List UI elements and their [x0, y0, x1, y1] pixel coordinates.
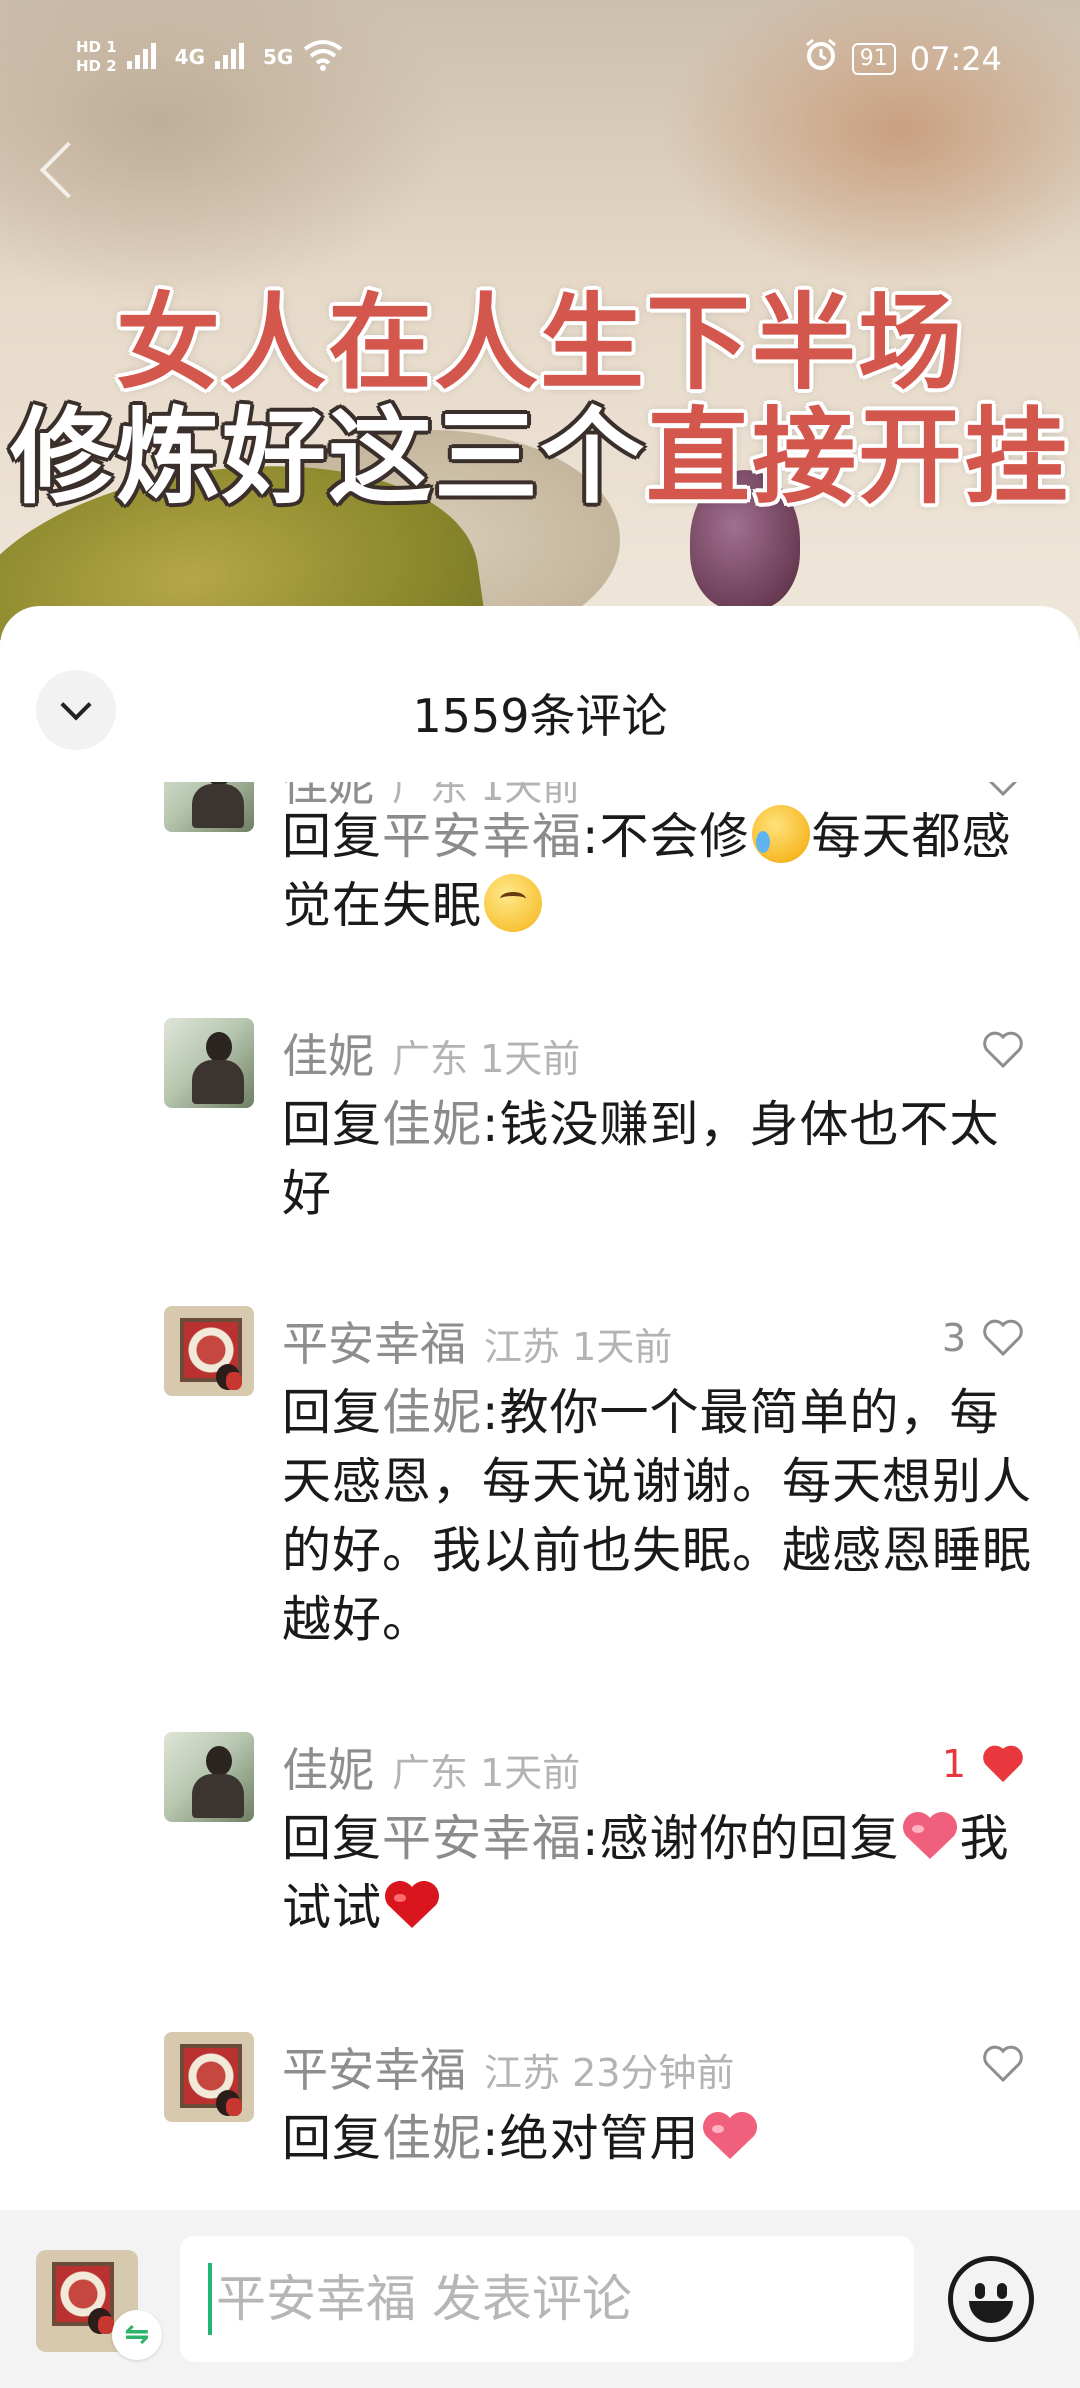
like-count: 1	[941, 1742, 966, 1786]
like-button[interactable]: 3	[942, 1308, 1024, 1368]
comment-meta: 佳妮 广东 1天前	[282, 1020, 581, 1083]
comment-location-time: 广东 1天前	[392, 1751, 581, 1795]
comment-location-time: 广东 1天前	[392, 1037, 581, 1081]
comment-text: 回复佳妮:教你一个最简单的，每天感恩，每天说谢谢。每天想别人的好。我以前也失眠。…	[282, 1384, 1033, 1648]
reply-target[interactable]: 佳妮	[382, 2110, 482, 2167]
comment-author[interactable]: 平安幸福	[282, 1308, 466, 1374]
switch-account-icon[interactable]: ⇋	[112, 2310, 162, 2360]
like-button[interactable]	[982, 2034, 1024, 2094]
comments-sheet: 1559条评论 佳妮 广东 1天前 回复平安幸福:不会修 每天都感觉在失眠 佳妮 …	[0, 606, 1080, 2388]
cover-title-line2-white: 修炼好这三个	[9, 396, 646, 518]
like-button[interactable]: 1	[942, 1734, 1024, 1794]
battery-icon: 91	[851, 43, 896, 75]
pink-heart-emoji	[702, 2112, 757, 2159]
avatar[interactable]	[164, 1018, 254, 1108]
comment-input[interactable]	[180, 2236, 914, 2362]
comment-author[interactable]: 佳妮	[282, 1020, 374, 1086]
comment-author[interactable]: 佳妮	[282, 1734, 374, 1800]
wifi-icon	[303, 39, 343, 76]
cover-title-line2-red: 直接开挂	[646, 396, 1071, 518]
hd2-label: HD 2	[76, 57, 117, 75]
comment-input-field[interactable]	[214, 2269, 858, 2329]
back-icon[interactable]	[39, 141, 97, 199]
heart-filled-icon	[983, 1745, 1023, 1783]
hd1-label: HD 1	[76, 38, 117, 56]
comment-input-bar: ⇋	[0, 2210, 1080, 2388]
reply-target[interactable]: 平安幸福	[382, 808, 582, 865]
heart-outline-icon	[983, 1031, 1023, 1069]
comment-author[interactable]: 平安幸福	[282, 2034, 466, 2100]
avatar[interactable]	[164, 2032, 254, 2122]
red-heart-emoji	[385, 1881, 440, 1928]
text-caret	[208, 2263, 212, 2335]
video-cover[interactable]: HD 1 HD 2 4G 5G 91 07:24 女人在人生下半场 修炼好这三个…	[0, 0, 1080, 640]
signal-icon	[215, 39, 253, 75]
comments-list[interactable]: 佳妮 广东 1天前 回复平安幸福:不会修 每天都感觉在失眠 佳妮 广东 1天前 回…	[0, 782, 1080, 2227]
avatar[interactable]	[164, 1306, 254, 1396]
clock: 07:24	[909, 40, 1002, 78]
reply-target[interactable]: 平安幸福	[382, 1810, 582, 1867]
status-left: HD 1 HD 2 4G 5G	[76, 38, 343, 76]
comment-meta: 平安幸福 江苏 23分钟前	[282, 2034, 735, 2097]
comment-meta: 平安幸福 江苏 1天前	[282, 1308, 673, 1371]
reply-target[interactable]: 佳妮	[382, 1384, 482, 1441]
status-bar: HD 1 HD 2 4G 5G 91 07:24	[0, 0, 1080, 130]
heart-outline-icon	[983, 2045, 1023, 2083]
avatar[interactable]	[164, 782, 254, 832]
woozy-emoji	[484, 874, 543, 932]
comment-text: 回复佳妮:钱没赚到，身体也不太好	[282, 1096, 1000, 1222]
network-5g-label: 5G	[263, 45, 294, 69]
comment-text: 回复平安幸福:感谢你的回复 我试试	[282, 1810, 1010, 1936]
comments-header: 1559条评论	[0, 606, 1080, 782]
like-button[interactable]	[982, 1020, 1024, 1080]
pink-heart-emoji	[902, 1812, 957, 1859]
alarm-icon	[804, 38, 838, 80]
cover-title-line2: 修炼好这三个直接开挂	[0, 372, 1080, 523]
comment-location-time: 江苏 23分钟前	[484, 2051, 735, 2095]
network-4g-label: 4G	[174, 45, 206, 69]
comment-location-time: 江苏 1天前	[484, 1325, 673, 1369]
comment-meta: 佳妮 广东 1天前	[282, 1734, 581, 1797]
signal-icon	[126, 39, 165, 75]
emoji-icon[interactable]	[948, 2256, 1034, 2342]
avatar[interactable]	[164, 1732, 254, 1822]
comment-text: 回复佳妮:绝对管用	[282, 2104, 1042, 2173]
heart-outline-icon	[983, 1319, 1023, 1357]
crying-emoji	[751, 805, 810, 863]
comments-count-title: 1559条评论	[412, 689, 668, 743]
heart-outline-icon	[988, 782, 1018, 797]
reply-target[interactable]: 佳妮	[382, 1096, 482, 1153]
comment-text: 回复平安幸福:不会修 每天都感觉在失眠	[282, 802, 1042, 940]
status-right: 91 07:24	[804, 38, 1002, 80]
like-count: 3	[941, 1316, 966, 1360]
